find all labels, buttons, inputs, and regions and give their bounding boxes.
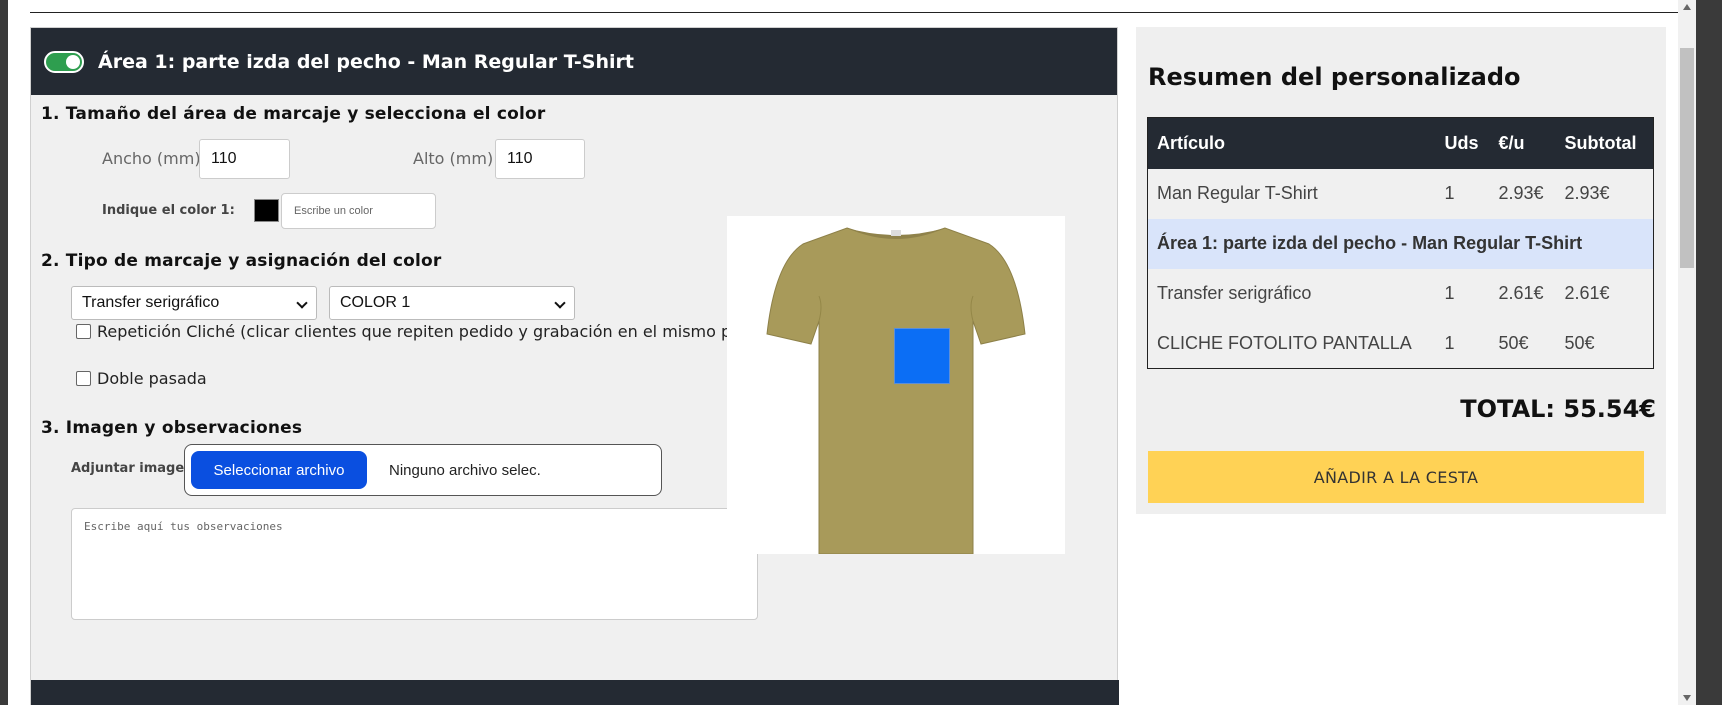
column-header-article: Artículo [1147,117,1436,169]
top-divider [30,12,1680,13]
section-1-title: 1. Tamaño del área de marcaje y seleccio… [41,104,546,124]
scroll-down-icon[interactable] [1683,695,1691,701]
double-pass-checkbox[interactable] [76,371,91,386]
double-pass-option[interactable]: Doble pasada [76,369,207,388]
row-area-title: Área 1: parte izda del pecho - Man Regul… [1147,218,1654,269]
height-label: Alto (mm): [413,149,499,168]
table-row: CLICHE FOTOLITO PANTALLA 1 50€ 50€ [1147,318,1654,369]
area-panel: Área 1: parte izda del pecho - Man Regul… [30,27,1119,705]
summary-title: Resumen del personalizado [1148,63,1521,91]
tshirt-image [766,227,1026,555]
attach-image-label: Adjuntar imagen: [71,461,199,476]
customization-modal: Área 1: parte izda del pecho - Man Regul… [8,0,1696,705]
total-amount: TOTAL: 55.54€ [1460,395,1656,423]
repeat-cliche-label: Repetición Cliché (clicar clientes que r… [97,322,799,341]
summary-header-row: Artículo Uds €/u Subtotal [1147,117,1654,169]
marking-type-select[interactable]: Transfer serigráfico [71,286,317,320]
column-header-subtotal: Subtotal [1555,117,1654,169]
row-units: 1 [1435,168,1490,219]
toggle-knob [66,54,80,69]
width-label: Ancho (mm): [102,149,206,168]
notes-textarea[interactable]: Escribe aquí tus observaciones [71,508,758,620]
table-row: Transfer serigráfico 1 2.61€ 2.61€ [1147,268,1654,319]
height-input[interactable]: 110 [495,139,585,179]
table-row-area: Área 1: parte izda del pecho - Man Regul… [1147,218,1654,269]
row-units: 1 [1435,268,1490,319]
repeat-cliche-option[interactable]: Repetición Cliché (clicar clientes que r… [76,322,799,341]
summary-panel: Resumen del personalizado Artículo Uds €… [1136,27,1666,514]
area-header: Área 1: parte izda del pecho - Man Regul… [31,28,1117,95]
row-article: CLICHE FOTOLITO PANTALLA [1147,318,1436,369]
color-swatch[interactable] [254,199,279,222]
double-pass-label: Doble pasada [97,369,207,388]
row-units: 1 [1435,318,1490,369]
color-assign-select[interactable]: COLOR 1 [329,286,575,320]
column-header-unit-price: €/u [1489,117,1556,169]
color-1-label: Indique el color 1: [102,203,235,218]
width-input[interactable]: 110 [199,139,290,179]
section-2-title: 2. Tipo de marcaje y asignación del colo… [41,251,442,271]
summary-table: Artículo Uds €/u Subtotal Man Regular T-… [1147,117,1654,369]
select-file-button[interactable]: Seleccionar archivo [191,451,367,489]
scroll-up-icon[interactable] [1683,4,1691,10]
column-header-units: Uds [1435,117,1490,169]
marking-type-value: Transfer serigráfico [82,294,220,311]
row-article: Man Regular T-Shirt [1147,168,1436,219]
row-subtotal: 2.61€ [1555,268,1654,319]
tshirt-preview [727,216,1065,555]
scrollbar-thumb[interactable] [1680,48,1694,268]
row-subtotal: 2.93€ [1555,168,1654,219]
print-area-marker[interactable] [894,328,950,384]
chevron-down-icon [296,297,308,309]
chevron-down-icon [554,297,566,309]
table-row: Man Regular T-Shirt 1 2.93€ 2.93€ [1147,168,1654,219]
add-to-cart-button[interactable]: AÑADIR A LA CESTA [1148,451,1644,503]
next-area-header[interactable] [31,680,1119,705]
row-unit-price: 2.61€ [1489,268,1556,319]
scrollbar[interactable] [1678,0,1696,705]
row-unit-price: 2.93€ [1489,168,1556,219]
color-name-input[interactable]: Escribe un color [281,193,436,229]
area-toggle[interactable] [44,50,84,73]
row-article: Transfer serigráfico [1147,268,1436,319]
row-subtotal: 50€ [1555,318,1654,369]
file-upload[interactable]: Seleccionar archivo Ninguno archivo sele… [184,444,662,496]
section-3-title: 3. Imagen y observaciones [41,418,303,438]
area-title: Área 1: parte izda del pecho - Man Regul… [98,50,634,73]
file-status: Ninguno archivo selec. [389,461,541,479]
row-unit-price: 50€ [1489,318,1556,369]
repeat-cliche-checkbox[interactable] [76,324,91,339]
color-assign-value: COLOR 1 [340,294,411,311]
